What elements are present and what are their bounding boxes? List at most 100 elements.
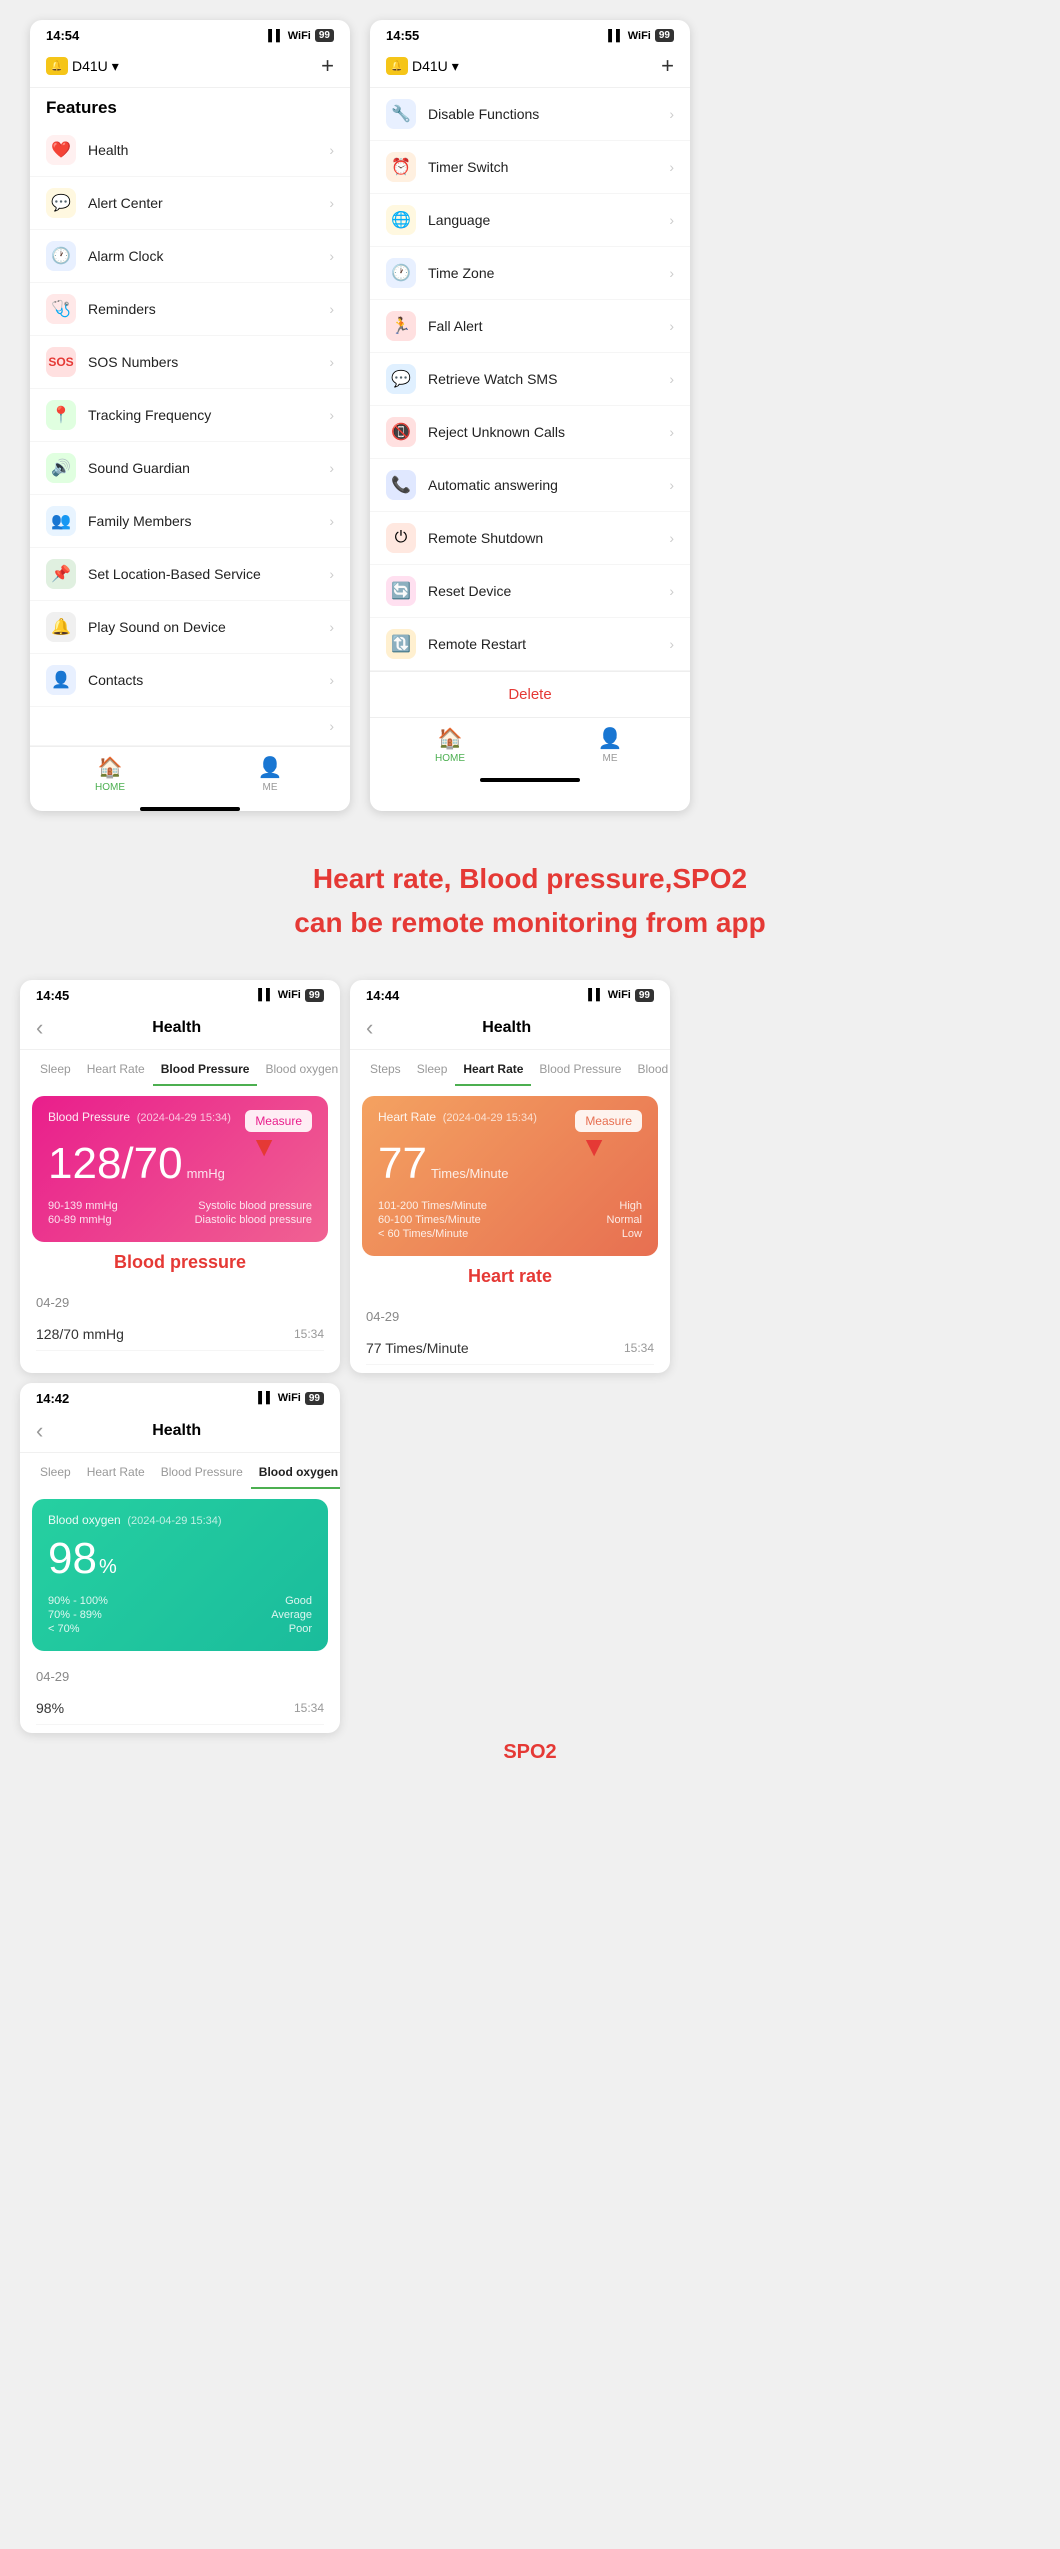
- menu-item-sound-guardian[interactable]: 🔊 Sound Guardian ›: [30, 442, 350, 495]
- menu-item-reminders[interactable]: 🩺 Reminders ›: [30, 283, 350, 336]
- chevron-fall: ›: [669, 318, 674, 334]
- tracking-label: Tracking Frequency: [88, 407, 329, 423]
- menu-item-play-sound[interactable]: 🔔 Play Sound on Device ›: [30, 601, 350, 654]
- back-btn-spo2[interactable]: ‹: [36, 1418, 43, 1444]
- arrow-down-hr: ▼: [580, 1131, 608, 1163]
- back-btn-hr[interactable]: ‹: [366, 1015, 373, 1041]
- card-title-hr: Heart Rate (2024-04-29 15:34): [378, 1110, 537, 1124]
- back-btn-bp[interactable]: ‹: [36, 1015, 43, 1041]
- phone-header-1: 🔔 D41U ▾ +: [30, 47, 350, 88]
- tab-sleep-spo2[interactable]: Sleep: [32, 1461, 79, 1489]
- tab-oxygen-bp[interactable]: Blood oxygen: [257, 1058, 340, 1086]
- health-row: 14:45 ▌▌ WiFi 99 ‹ Health Sleep Heart Ra…: [0, 970, 1060, 1383]
- menu-item-timer[interactable]: ⏰ Timer Switch ›: [370, 141, 690, 194]
- tab-sleep-bp[interactable]: Sleep: [32, 1058, 79, 1086]
- battery-2: 99: [655, 29, 674, 42]
- chevron-shutdown: ›: [669, 530, 674, 546]
- time-spo2: 14:42: [36, 1391, 69, 1406]
- delete-button[interactable]: Delete: [370, 671, 690, 717]
- tab-oxygen-active[interactable]: Blood oxygen: [251, 1461, 340, 1489]
- arrow-down-bp: ▼: [250, 1131, 278, 1163]
- menu-item-more[interactable]: ›: [30, 707, 350, 746]
- battery-spo2: 99: [305, 1392, 324, 1405]
- add-button-2[interactable]: +: [661, 53, 674, 79]
- history-date-hr: 04-29: [366, 1309, 654, 1324]
- menu-item-health[interactable]: ❤️ Health ›: [30, 124, 350, 177]
- timezone-label: Time Zone: [428, 265, 669, 281]
- tab-hr-spo2[interactable]: Heart Rate: [79, 1461, 153, 1489]
- reset-label: Reset Device: [428, 583, 669, 599]
- menu-item-sos[interactable]: SOS SOS Numbers ›: [30, 336, 350, 389]
- tab-me-1[interactable]: 👤 ME: [190, 755, 350, 793]
- menu-item-contacts[interactable]: 👤 Contacts ›: [30, 654, 350, 707]
- menu-item-location[interactable]: 📌 Set Location-Based Service ›: [30, 548, 350, 601]
- chevron-language: ›: [669, 212, 674, 228]
- menu-item-language[interactable]: 🌐 Language ›: [370, 194, 690, 247]
- add-button-1[interactable]: +: [321, 53, 334, 79]
- history-value-hr: 77 Times/Minute: [366, 1340, 469, 1356]
- health-header-spo2: ‹ Health: [20, 1410, 340, 1453]
- tab-bp-spo2[interactable]: Blood Pressure: [153, 1461, 251, 1489]
- range-low: < 60 Times/Minute Low: [378, 1228, 642, 1240]
- menu-item-timezone[interactable]: 🕐 Time Zone ›: [370, 247, 690, 300]
- health-history-spo2: 04-29 98% 15:34: [20, 1661, 340, 1733]
- auto-answer-icon: 📞: [386, 470, 416, 500]
- alert-icon: 💬: [46, 188, 76, 218]
- menu-item-reset[interactable]: 🔄 Reset Device ›: [370, 565, 690, 618]
- menu-item-reject-calls[interactable]: 📵 Reject Unknown Calls ›: [370, 406, 690, 459]
- home-bar-2: [480, 778, 580, 782]
- tab-home-1[interactable]: 🏠 HOME: [30, 755, 190, 793]
- history-value-bp: 128/70 mmHg: [36, 1326, 124, 1342]
- health-history-bp: 04-29 128/70 mmHg 15:34: [20, 1287, 340, 1359]
- hr-card-label: Heart rate: [350, 1266, 670, 1287]
- tab-hr-bp[interactable]: Heart Rate: [79, 1058, 153, 1086]
- tab-home-2[interactable]: 🏠 HOME: [370, 726, 530, 764]
- range-normal-val: 60-100 Times/Minute: [378, 1214, 481, 1226]
- dropdown-arrow-2: ▾: [452, 58, 459, 75]
- label-good: Good: [285, 1595, 312, 1607]
- range-poor-val: < 70%: [48, 1623, 80, 1635]
- tab-bp-active[interactable]: Blood Pressure: [153, 1058, 258, 1086]
- menu-item-shutdown[interactable]: ⏻ Remote Shutdown ›: [370, 512, 690, 565]
- home-icon-1: 🏠: [98, 755, 123, 780]
- me-label-2: ME: [603, 753, 618, 764]
- measure-btn-hr[interactable]: Measure: [575, 1110, 642, 1132]
- tab-steps-hr[interactable]: Steps: [362, 1058, 409, 1086]
- chevron-contacts: ›: [329, 672, 334, 688]
- tab-bp-hr[interactable]: Blood Pressure: [531, 1058, 629, 1086]
- tab-oxygen-hr[interactable]: Blood o: [629, 1058, 670, 1086]
- menu-item-sms[interactable]: 💬 Retrieve Watch SMS ›: [370, 353, 690, 406]
- menu-item-fall[interactable]: 🏃 Fall Alert ›: [370, 300, 690, 353]
- health-tabs-spo2: Sleep Heart Rate Blood Pressure Blood ox…: [20, 1453, 340, 1489]
- range-high: 101-200 Times/Minute High: [378, 1200, 642, 1212]
- history-item-hr: 77 Times/Minute 15:34: [366, 1332, 654, 1365]
- menu-item-auto-answer[interactable]: 📞 Automatic answering ›: [370, 459, 690, 512]
- menu-item-alert[interactable]: 💬 Alert Center ›: [30, 177, 350, 230]
- spo2-number: 98: [48, 1534, 97, 1583]
- health-phone-hr: 14:44 ▌▌ WiFi 99 ‹ Health Steps Sleep He…: [350, 980, 670, 1373]
- bp-card-label: Blood pressure: [20, 1252, 340, 1273]
- tracking-icon: 📍: [46, 400, 76, 430]
- menu-item-restart[interactable]: 🔃 Remote Restart ›: [370, 618, 690, 671]
- home-label-2: HOME: [435, 753, 465, 764]
- measure-btn-bp[interactable]: Measure: [245, 1110, 312, 1132]
- tab-hr-active[interactable]: Heart Rate: [455, 1058, 531, 1086]
- tab-me-2[interactable]: 👤 ME: [530, 726, 690, 764]
- label-poor: Poor: [289, 1623, 312, 1635]
- phones-row: 14:54 ▌▌ WiFi 99 🔔 D41U ▾ + Features ❤️ …: [0, 0, 1060, 831]
- range-systolic: 90-139 mmHg: [48, 1200, 118, 1212]
- play-sound-icon: 🔔: [46, 612, 76, 642]
- reminders-label: Reminders: [88, 301, 329, 317]
- label-average: Average: [271, 1609, 312, 1621]
- disable-label: Disable Functions: [428, 106, 669, 122]
- menu-item-family[interactable]: 👥 Family Members ›: [30, 495, 350, 548]
- play-sound-label: Play Sound on Device: [88, 619, 329, 635]
- menu-item-alarm[interactable]: 🕐 Alarm Clock ›: [30, 230, 350, 283]
- dropdown-arrow-1: ▾: [112, 58, 119, 75]
- health-label: Health: [88, 142, 329, 158]
- menu-item-disable[interactable]: 🔧 Disable Functions ›: [370, 88, 690, 141]
- menu-item-tracking[interactable]: 📍 Tracking Frequency ›: [30, 389, 350, 442]
- tab-sleep-hr[interactable]: Sleep: [409, 1058, 456, 1086]
- label-systolic: Systolic blood pressure: [198, 1200, 312, 1212]
- bp-number: 128/70: [48, 1139, 183, 1188]
